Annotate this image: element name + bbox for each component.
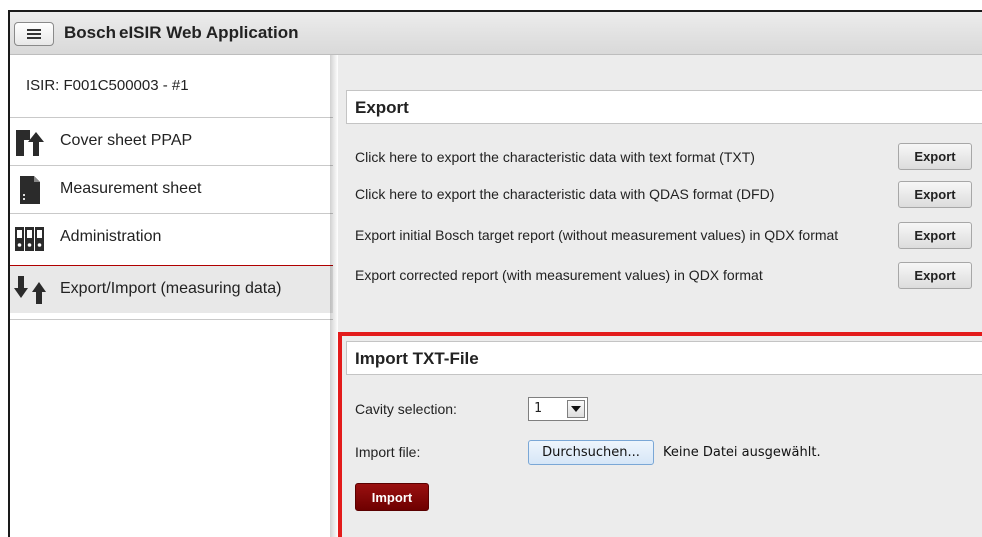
export-qdx-corrected-button[interactable]: Export xyxy=(898,262,972,289)
hamburger-menu-icon xyxy=(27,28,41,40)
sidebar-shadow xyxy=(330,55,338,537)
import-file-label: Import file: xyxy=(355,444,421,460)
sidebar-item-label: Measurement sheet xyxy=(60,180,202,197)
import-panel-title: Import TXT-File xyxy=(355,349,479,368)
sidebar-item-label: Administration xyxy=(60,228,162,245)
sidebar-item-measurement-sheet[interactable]: Measurement sheet xyxy=(10,165,333,213)
sidebar-item-cover-sheet[interactable]: Cover sheet PPAP xyxy=(10,117,333,165)
cavity-select[interactable]: 1 xyxy=(528,397,588,421)
export-txt-button[interactable]: Export xyxy=(898,143,972,170)
menu-button[interactable] xyxy=(14,22,54,46)
import-panel-header: Import TXT-File xyxy=(346,341,982,375)
brand-name: Bosch xyxy=(64,23,116,42)
app-title: eISIR Web Application xyxy=(119,23,299,42)
no-file-selected-text: Keine Datei ausgewählt. xyxy=(663,445,821,460)
import-button[interactable]: Import xyxy=(355,483,429,511)
sidebar-item-label: Export/Import (measuring data) xyxy=(60,280,282,297)
sidebar-divider xyxy=(10,319,333,320)
export-row-label: Click here to export the characteristic … xyxy=(355,149,755,165)
export-row-label: Export initial Bosch target report (with… xyxy=(355,227,839,243)
sidebar-item-label: Cover sheet PPAP xyxy=(60,132,193,149)
export-row-label: Click here to export the characteristic … xyxy=(355,186,775,202)
cavity-selection-label: Cavity selection: xyxy=(355,401,457,417)
chevron-down-icon xyxy=(567,400,585,418)
export-import-arrows-icon xyxy=(14,276,46,304)
export-qdx-initial-button[interactable]: Export xyxy=(898,222,972,249)
browse-file-button[interactable]: Durchsuchen... xyxy=(528,440,654,465)
export-row-label: Export corrected report (with measuremen… xyxy=(355,267,763,283)
export-panel-header: Export xyxy=(346,90,982,124)
sidebar-item-administration[interactable]: Administration xyxy=(10,213,333,261)
sidebar-item-export-import[interactable]: Export/Import (measuring data) xyxy=(10,265,333,313)
export-dfd-button[interactable]: Export xyxy=(898,181,972,208)
top-bar: Bosch eISIR Web Application xyxy=(10,12,982,55)
export-panel-title: Export xyxy=(355,98,409,117)
cavity-select-value: 1 xyxy=(534,401,542,416)
sidebar: ISIR: F001C500003 - #1 Cover sheet PPAP … xyxy=(10,55,333,537)
main-content: Export Click here to export the characte… xyxy=(338,55,982,537)
isir-title: ISIR: F001C500003 - #1 xyxy=(26,77,189,94)
cover-sheet-arrow-icon xyxy=(16,130,44,156)
binders-icon xyxy=(15,227,44,251)
document-icon xyxy=(20,176,40,204)
